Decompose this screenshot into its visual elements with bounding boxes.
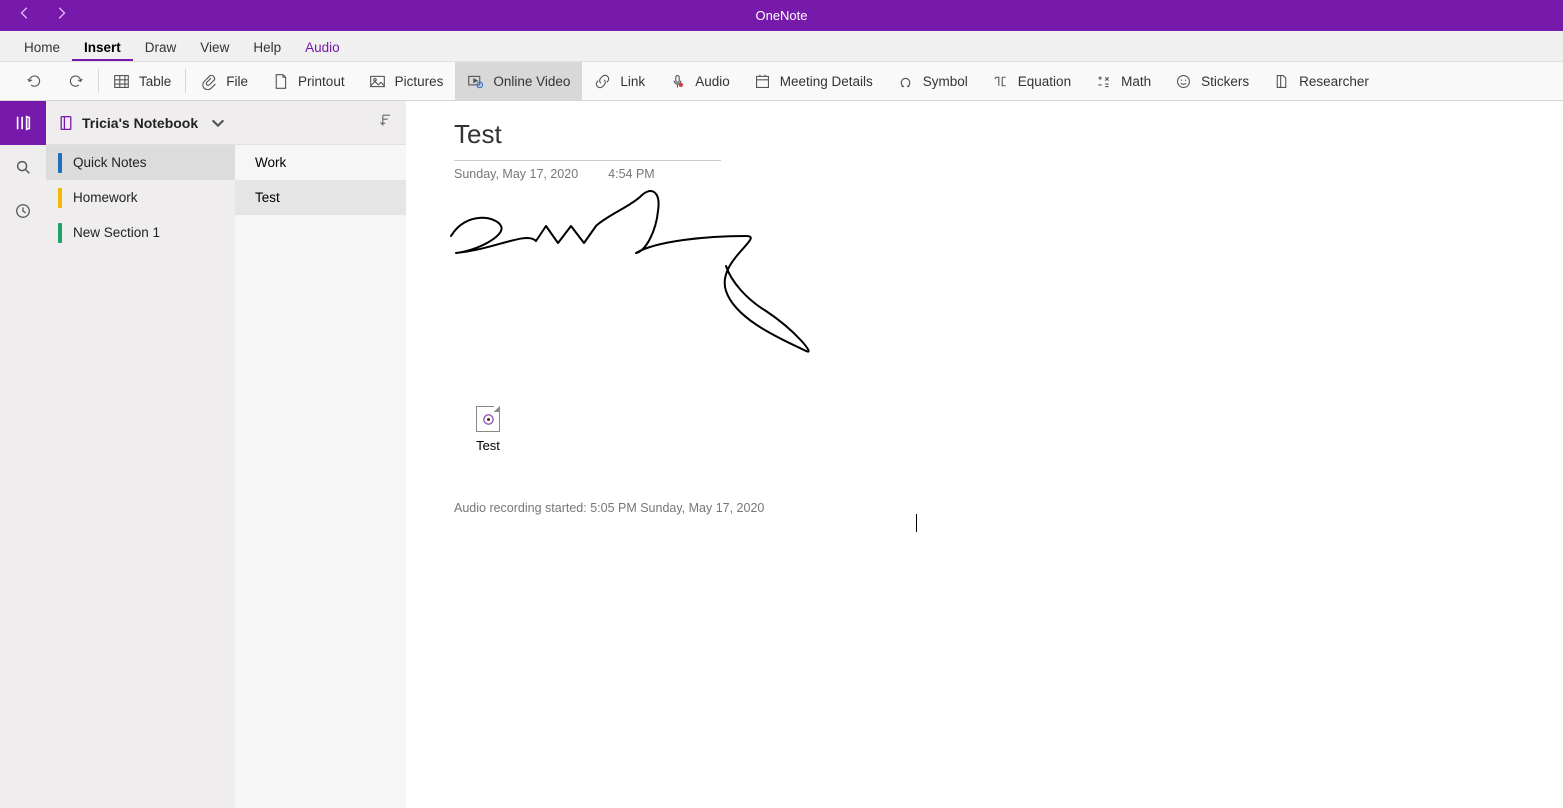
table-icon xyxy=(113,73,130,90)
math-button[interactable]: Math xyxy=(1083,62,1163,100)
redo-icon xyxy=(67,73,84,90)
app-title: OneNote xyxy=(755,8,807,23)
section-homework[interactable]: Homework xyxy=(46,180,235,215)
researcher-icon xyxy=(1273,73,1290,90)
meeting-icon xyxy=(754,73,771,90)
table-button[interactable]: Table xyxy=(101,62,183,100)
link-icon xyxy=(594,73,611,90)
undo-icon xyxy=(26,73,43,90)
titlebar: OneNote xyxy=(0,0,1563,31)
tab-audio[interactable]: Audio xyxy=(293,33,352,61)
audio-button[interactable]: Audio xyxy=(657,62,742,100)
pages-list: Work Test xyxy=(235,145,406,808)
symbol-icon xyxy=(897,73,914,90)
audio-file-icon xyxy=(476,406,500,432)
tab-home[interactable]: Home xyxy=(12,33,72,61)
tab-draw[interactable]: Draw xyxy=(133,33,189,61)
tab-insert[interactable]: Insert xyxy=(72,33,133,61)
audio-recording-line: Audio recording started: 5:05 PM Sunday,… xyxy=(454,501,764,515)
section-color xyxy=(58,153,62,173)
ribbon: Table File Printout Pictures Online Vide… xyxy=(0,62,1563,101)
forward-button[interactable] xyxy=(54,6,68,25)
page-title[interactable]: Test xyxy=(454,119,1563,150)
text-cursor xyxy=(916,514,917,532)
title-underline xyxy=(454,160,721,161)
page-datetime: Sunday, May 17, 2020 4:54 PM xyxy=(454,167,1563,181)
equation-button[interactable]: Equation xyxy=(980,62,1083,100)
notebook-icon xyxy=(58,115,74,131)
search-rail-button[interactable] xyxy=(0,145,46,189)
page-canvas[interactable]: Test Sunday, May 17, 2020 4:54 PM Test A… xyxy=(406,101,1563,808)
nav-arrows xyxy=(18,6,68,25)
section-color xyxy=(58,223,62,243)
page-test[interactable]: Test xyxy=(235,180,406,215)
back-button[interactable] xyxy=(18,6,32,25)
main-area: Tricia's Notebook Quick Notes Homework xyxy=(0,101,1563,808)
paperclip-icon xyxy=(200,73,217,90)
page-work[interactable]: Work xyxy=(235,145,406,180)
notebooks-rail-button[interactable] xyxy=(0,101,46,145)
file-button[interactable]: File xyxy=(188,62,260,100)
audio-icon xyxy=(669,73,686,90)
clock-icon xyxy=(14,202,32,220)
separator xyxy=(185,69,186,93)
notebook-header: Tricia's Notebook xyxy=(46,101,406,145)
sort-icon xyxy=(378,112,394,128)
recent-rail-button[interactable] xyxy=(0,189,46,233)
symbol-button[interactable]: Symbol xyxy=(885,62,980,100)
attachment-label: Test xyxy=(476,438,500,453)
audio-attachment[interactable]: Test xyxy=(476,406,500,453)
equation-icon xyxy=(992,73,1009,90)
section-color xyxy=(58,188,62,208)
ink-drawing xyxy=(446,181,846,381)
page-date: Sunday, May 17, 2020 xyxy=(454,167,578,181)
printout-button[interactable]: Printout xyxy=(260,62,357,100)
link-button[interactable]: Link xyxy=(582,62,657,100)
notebooks-icon xyxy=(14,114,32,132)
researcher-button[interactable]: Researcher xyxy=(1261,62,1381,100)
math-icon xyxy=(1095,73,1112,90)
left-rail xyxy=(0,101,46,808)
section-new-section-1[interactable]: New Section 1 xyxy=(46,215,235,250)
sort-button[interactable] xyxy=(378,112,394,133)
online-video-button[interactable]: Online Video xyxy=(455,62,582,100)
stickers-button[interactable]: Stickers xyxy=(1163,62,1261,100)
online-video-icon xyxy=(467,73,484,90)
section-quick-notes[interactable]: Quick Notes xyxy=(46,145,235,180)
chevron-down-icon xyxy=(210,115,226,131)
pictures-button[interactable]: Pictures xyxy=(357,62,456,100)
sections-list: Quick Notes Homework New Section 1 xyxy=(46,145,235,808)
page-time: 4:54 PM xyxy=(608,167,655,181)
separator xyxy=(98,69,99,93)
tab-view[interactable]: View xyxy=(188,33,241,61)
notebook-picker[interactable]: Tricia's Notebook xyxy=(58,115,226,131)
pictures-icon xyxy=(369,73,386,90)
printout-icon xyxy=(272,73,289,90)
tab-help[interactable]: Help xyxy=(241,33,293,61)
stickers-icon xyxy=(1175,73,1192,90)
meeting-details-button[interactable]: Meeting Details xyxy=(742,62,885,100)
menu-tabs: Home Insert Draw View Help Audio xyxy=(0,31,1563,62)
notebook-name: Tricia's Notebook xyxy=(82,115,198,131)
search-icon xyxy=(14,158,32,176)
undo-button[interactable] xyxy=(14,62,55,100)
redo-button[interactable] xyxy=(55,62,96,100)
